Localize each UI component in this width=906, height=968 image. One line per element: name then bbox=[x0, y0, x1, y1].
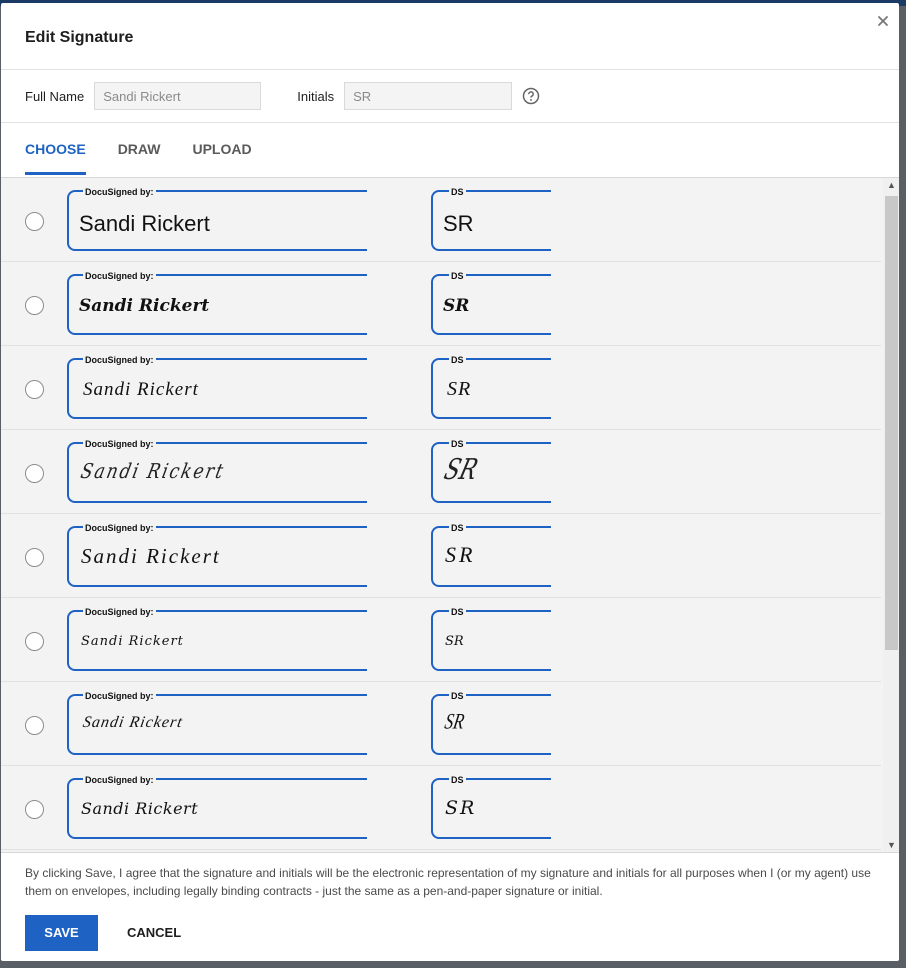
ds-caption: DS bbox=[449, 271, 466, 282]
initials-stamp: DS SR bbox=[431, 271, 551, 335]
scrollbar-thumb[interactable] bbox=[885, 196, 898, 650]
initials-text: SR bbox=[445, 542, 476, 567]
signature-text: Sandi Rickert bbox=[79, 211, 210, 236]
initials-stamp: SR DS bbox=[431, 607, 551, 671]
docusigned-caption: DocuSigned by: bbox=[83, 523, 156, 534]
initials-text: SR bbox=[443, 296, 470, 316]
divider bbox=[1, 69, 899, 70]
list-scrollbar[interactable]: ▲ ▼ bbox=[883, 178, 899, 852]
ds-caption: DS bbox=[449, 607, 466, 618]
initials-text: SR bbox=[442, 709, 467, 734]
signature-stamp: DocuSigned by: Sandi Rickert bbox=[67, 187, 367, 251]
initials-stamp: DS SR bbox=[431, 355, 551, 419]
ds-caption: DS bbox=[449, 523, 466, 534]
cancel-button[interactable]: CANCEL bbox=[127, 915, 181, 951]
ds-caption: DS bbox=[449, 691, 466, 702]
initials-text: SR bbox=[445, 797, 477, 819]
signature-stamp: Sandi Rickert DocuSigned by: bbox=[67, 775, 367, 839]
tab-upload[interactable]: UPLOAD bbox=[192, 123, 251, 175]
signature-text: Sandi Rickert bbox=[81, 799, 199, 818]
signature-stamp: Sandi Rickert DocuSigned by: bbox=[67, 691, 367, 755]
initials-text: SR bbox=[445, 634, 464, 649]
signature-option-row[interactable]: Sandi Rickert DocuSigned by: SR DS bbox=[1, 430, 881, 514]
initials-text: SR bbox=[443, 211, 474, 236]
docusigned-caption: DocuSigned by: bbox=[83, 607, 156, 618]
signature-option-row[interactable]: Sandi Rickert DocuSigned by: SR DS bbox=[1, 766, 881, 850]
signature-stamp: DocuSigned by: Sandi Rickert bbox=[67, 271, 367, 335]
signature-tabs: CHOOSE DRAW UPLOAD bbox=[25, 123, 284, 175]
signature-stamp: Sandi Rickert DocuSigned by: bbox=[67, 355, 367, 419]
signature-option-row[interactable]: DocuSigned by: Sandi Rickert DS SR bbox=[1, 178, 881, 262]
initials-stamp: DS SR bbox=[431, 187, 551, 251]
tab-draw[interactable]: DRAW bbox=[118, 123, 161, 175]
signature-text: Sandi Rickert bbox=[81, 544, 221, 568]
scroll-up-icon[interactable]: ▲ bbox=[887, 180, 896, 190]
initials-stamp: SR DS bbox=[431, 439, 551, 503]
ds-caption: DS bbox=[449, 187, 466, 198]
initials-input[interactable] bbox=[344, 82, 513, 110]
full-name-label: Full Name bbox=[25, 88, 85, 104]
signature-option-row[interactable]: DocuSigned by: Sandi Rickert DS SR bbox=[1, 262, 881, 346]
legal-disclaimer: By clicking Save, I agree that the signa… bbox=[25, 866, 871, 898]
signature-stamp: Sandi Rickert DocuSigned by: bbox=[67, 523, 367, 587]
signature-option-radio[interactable] bbox=[25, 212, 44, 231]
docusigned-caption: DocuSigned by: bbox=[83, 271, 156, 282]
ds-caption: DS bbox=[449, 775, 466, 786]
save-button[interactable]: SAVE bbox=[25, 915, 98, 951]
signature-option-row[interactable]: Sandi Rickert DocuSigned by: SR DS bbox=[1, 598, 881, 682]
signature-option-radio[interactable] bbox=[25, 548, 44, 567]
dialog-title: Edit Signature bbox=[25, 29, 134, 46]
initials-stamp: SR DS bbox=[431, 691, 551, 755]
initials-stamp: SR DS bbox=[431, 775, 551, 839]
docusigned-caption: DocuSigned by: bbox=[83, 775, 156, 786]
full-name-input[interactable] bbox=[94, 82, 262, 110]
signature-text: Sandi Rickert bbox=[81, 714, 185, 731]
initials-stamp: SR DS bbox=[431, 523, 551, 587]
signature-option-radio[interactable] bbox=[25, 380, 44, 399]
signature-stamp: Sandi Rickert DocuSigned by: bbox=[67, 607, 367, 671]
name-fields-row: Full Name Initials bbox=[25, 82, 540, 110]
edit-signature-dialog: Edit Signature Full Name Initials CHOOSE… bbox=[1, 3, 899, 961]
signature-stamp: Sandi Rickert DocuSigned by: bbox=[67, 439, 367, 503]
signature-option-radio[interactable] bbox=[25, 632, 44, 651]
ds-caption: DS bbox=[449, 439, 466, 450]
tab-choose[interactable]: CHOOSE bbox=[25, 123, 86, 175]
signature-option-radio[interactable] bbox=[25, 716, 44, 735]
signature-option-row[interactable]: Sandi Rickert DocuSigned by: DS SR bbox=[1, 346, 881, 430]
signature-option-row[interactable]: Sandi Rickert DocuSigned by: SR DS bbox=[1, 514, 881, 598]
initials-text: SR bbox=[447, 378, 472, 400]
signature-option-radio[interactable] bbox=[25, 296, 44, 315]
initials-text: SR bbox=[440, 454, 481, 487]
docusigned-caption: DocuSigned by: bbox=[83, 439, 156, 450]
signature-text: Sandi Rickert bbox=[78, 460, 228, 484]
signature-text: Sandi Rickert bbox=[81, 634, 184, 649]
initials-label: Initials bbox=[297, 88, 335, 104]
signature-text: Sandi Rickert bbox=[79, 296, 210, 316]
ds-caption: DS bbox=[449, 355, 466, 366]
signature-option-row[interactable]: Sandi Rickert DocuSigned by: SR DS bbox=[1, 682, 881, 766]
signature-options-list: DocuSigned by: Sandi Rickert DS SR DocuS… bbox=[1, 177, 899, 853]
docusigned-caption: DocuSigned by: bbox=[83, 355, 156, 366]
signature-option-radio[interactable] bbox=[25, 800, 44, 819]
docusigned-caption: DocuSigned by: bbox=[83, 691, 156, 702]
question-circle-icon[interactable] bbox=[522, 87, 540, 105]
scroll-down-icon[interactable]: ▼ bbox=[887, 840, 896, 850]
signature-option-radio[interactable] bbox=[25, 464, 44, 483]
close-icon[interactable] bbox=[875, 13, 891, 29]
docusigned-caption: DocuSigned by: bbox=[83, 187, 156, 198]
signature-text: Sandi Rickert bbox=[83, 379, 199, 400]
